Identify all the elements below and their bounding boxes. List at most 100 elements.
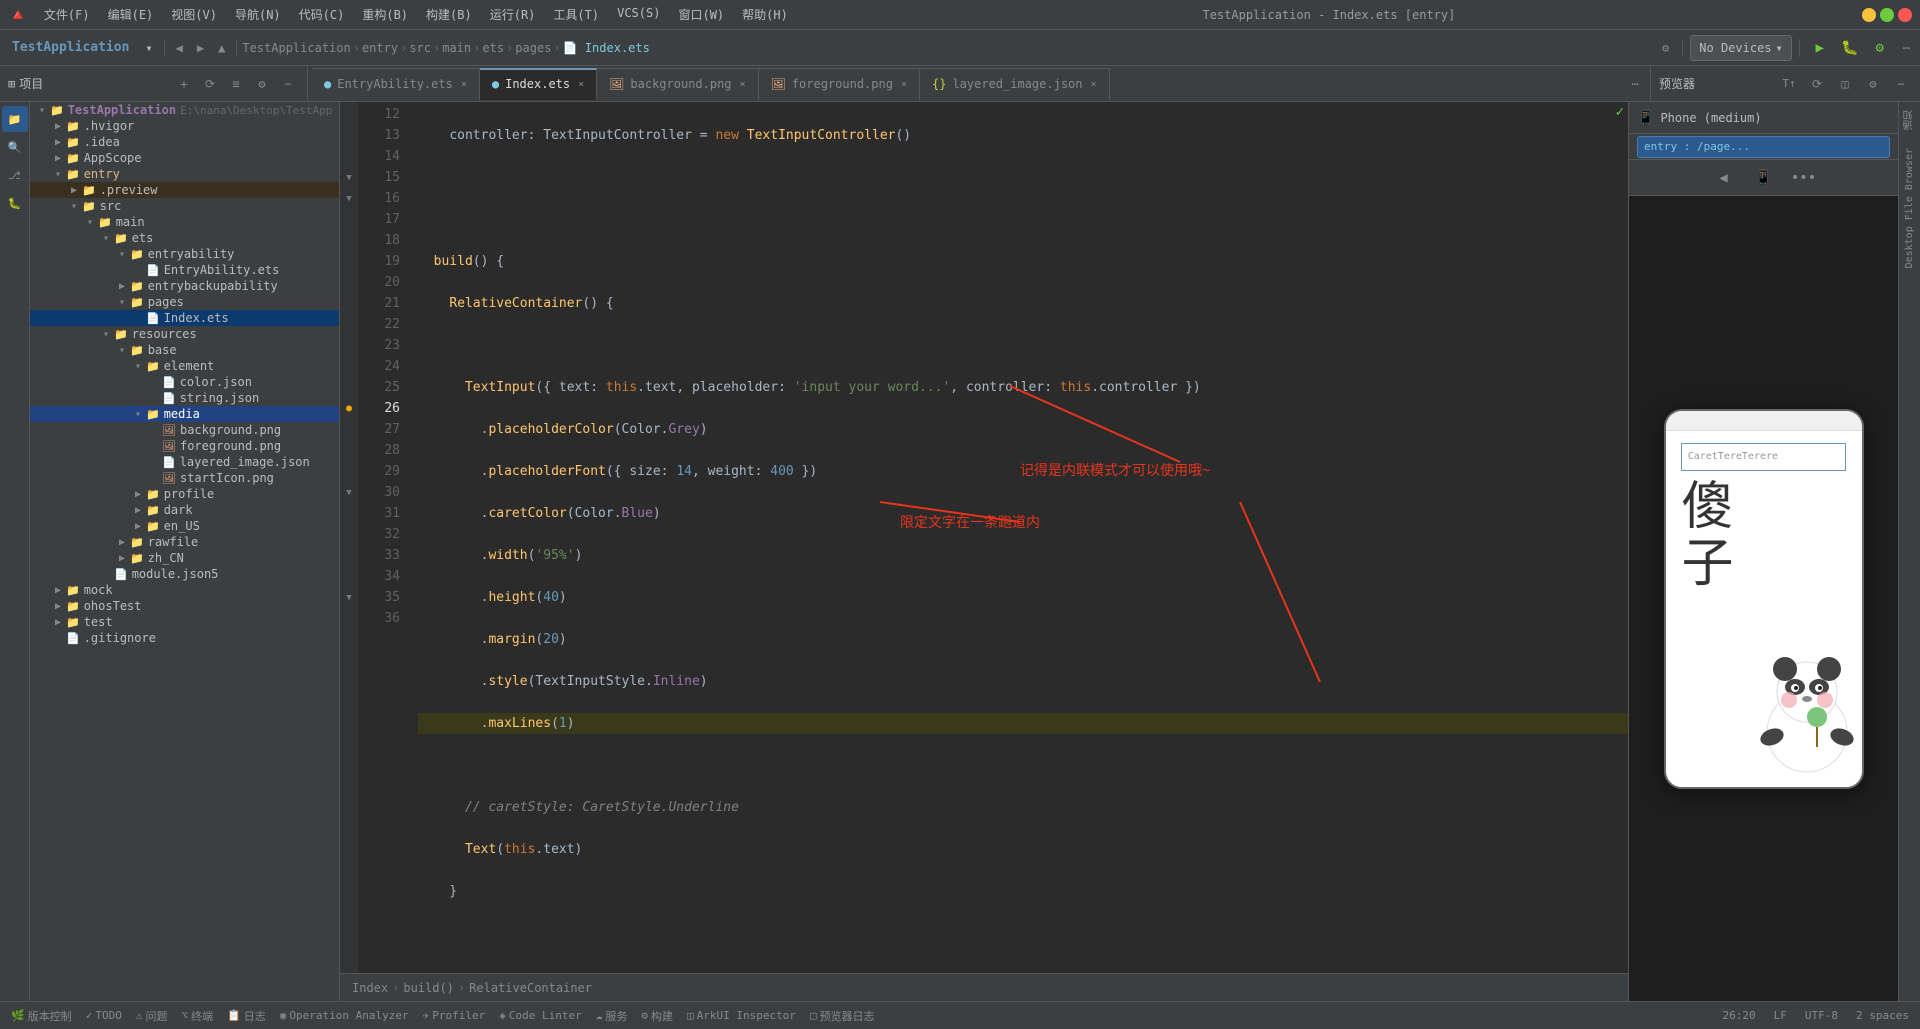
tab-index[interactable]: ● Index.ets × [480,68,597,100]
status-arkui-inspector[interactable]: ◫ ArkUI Inspector [684,1009,799,1022]
tree-hvigor[interactable]: ▶ 📁 .hvigor [30,118,339,134]
maximize-button[interactable] [1880,8,1894,22]
menu-build[interactable]: 构建(B) [418,4,480,25]
more-run-btn[interactable]: ⋯ [1897,35,1916,61]
tree-test[interactable]: ▶ 📁 test [30,614,339,630]
preview-refresh-btn[interactable]: ⟳ [1806,73,1828,95]
tree-root[interactable]: ▾ 📁 TestApplication E:\nana\Desktop\Test… [30,102,339,118]
forward-btn[interactable]: ▶ [191,35,210,61]
status-operation-analyzer[interactable]: ◉ Operation Analyzer [277,1009,412,1022]
menu-code[interactable]: 代码(C) [291,4,353,25]
tab-background[interactable]: 🖼 background.png × [597,68,758,100]
menu-tools[interactable]: 工具(T) [545,4,607,25]
tree-ohostest[interactable]: ▶ 📁 ohosTest [30,598,339,614]
tree-gitignore[interactable]: ▶ 📄 .gitignore [30,630,339,646]
sidebar-settings-btn[interactable]: ⚙ [251,73,273,95]
debug-button[interactable]: 🐛 [1837,35,1863,61]
close-button[interactable] [1898,8,1912,22]
gutter-35[interactable]: ▼ [342,587,356,608]
right-desktop-tab[interactable]: Desktop File Browser [1904,140,1915,276]
run-button[interactable]: ▶ [1807,35,1833,61]
tree-module-json[interactable]: ▶ 📄 module.json5 [30,566,339,582]
status-codelinter[interactable]: ◈ Code Linter [496,1009,584,1022]
tree-idea[interactable]: ▶ 📁 .idea [30,134,339,150]
tab-settings-btn[interactable]: ⋯ [1624,73,1646,95]
menu-nav[interactable]: 导航(N) [227,4,289,25]
settings-btn[interactable]: ⚙ [1656,35,1675,61]
status-todo[interactable]: ✓ TODO [83,1009,125,1022]
preview-font-btn[interactable]: T↑ [1778,73,1800,95]
gutter-15[interactable]: ▼ [342,167,356,188]
tree-profile[interactable]: ▶ 📁 profile [30,486,339,502]
status-log[interactable]: 📋 日志 [224,1008,269,1024]
status-build-item[interactable]: ⚙ 构建 [638,1008,676,1024]
tree-resources[interactable]: ▾ 📁 resources [30,326,339,342]
status-vcs[interactable]: 🌿 版本控制 [8,1008,75,1024]
tree-main[interactable]: ▾ 📁 main [30,214,339,230]
up-btn[interactable]: ▲ [212,35,231,61]
activity-search-btn[interactable]: 🔍 [2,134,28,160]
status-service[interactable]: ☁ 服务 [593,1008,631,1024]
tree-dark[interactable]: ▶ 📁 dark [30,502,339,518]
menu-refactor[interactable]: 重构(B) [354,4,416,25]
window-controls[interactable] [1862,8,1912,22]
menu-file[interactable]: 文件(F) [36,4,98,25]
tree-color-json[interactable]: ▶ 📄 color.json [30,374,339,390]
status-line-ending[interactable]: LF [1771,1009,1790,1022]
right-notification-tab[interactable]: 通知 [1902,102,1917,138]
tree-entryability[interactable]: ▾ 📁 entryability [30,246,339,262]
tree-foreground-png[interactable]: ▶ 🖼 foreground.png [30,438,339,454]
menu-vcs[interactable]: VCS(S) [609,4,668,25]
preview-layout-btn[interactable]: ◫ [1834,73,1856,95]
tab-entryability[interactable]: ● EntryAbility.ets × [312,68,480,100]
status-preview-log[interactable]: □ 预览器日志 [807,1008,878,1024]
preview-more-btn[interactable]: ••• [1790,164,1818,192]
tree-entry[interactable]: ▾ 📁 entry [30,166,339,182]
tree-appscope[interactable]: ▶ 📁 AppScope [30,150,339,166]
tree-index-file[interactable]: ▶ 📄 Index.ets [30,310,339,326]
tree-layered-json[interactable]: ▶ 📄 layered_image.json [30,454,339,470]
tree-entrybackup[interactable]: ▶ 📁 entrybackupability [30,278,339,294]
tree-en-us[interactable]: ▶ 📁 en_US [30,518,339,534]
tree-base[interactable]: ▾ 📁 base [30,342,339,358]
project-dropdown-btn[interactable]: ▾ [139,35,158,61]
activity-project-btn[interactable]: 📁 [2,106,28,132]
tab-close-0[interactable]: × [461,79,467,90]
menu-edit[interactable]: 编辑(E) [100,4,162,25]
preview-settings-btn[interactable]: ⚙ [1862,73,1884,95]
build-button[interactable]: ⚙ [1867,35,1893,61]
tab-close-4[interactable]: × [1091,79,1097,90]
sidebar-close-btn[interactable]: − [277,73,299,95]
tree-pages[interactable]: ▾ 📁 pages [30,294,339,310]
tab-close-1[interactable]: × [578,79,584,90]
menu-window[interactable]: 窗口(W) [670,4,732,25]
tree-media[interactable]: ▾ 📁 media [30,406,339,422]
tree-string-json[interactable]: ▶ 📄 string.json [30,390,339,406]
tree-preview[interactable]: ▶ 📁 .preview [30,182,339,198]
status-encoding[interactable]: UTF-8 [1802,1009,1841,1022]
gutter-16[interactable]: ▼ [342,188,356,209]
code-editor-content[interactable]: controller: TextInputController = new Te… [406,102,1628,973]
tree-mock[interactable]: ▶ 📁 mock [30,582,339,598]
sidebar-collapse-btn[interactable]: ≡ [225,73,247,95]
tree-background-png[interactable]: ▶ 🖼 background.png [30,422,339,438]
device-selector[interactable]: No Devices ▾ [1690,35,1791,61]
gutter-30[interactable]: ▼ [342,482,356,503]
preview-close-btn[interactable]: − [1890,73,1912,95]
status-indent[interactable]: 2 spaces [1853,1009,1912,1022]
menu-bar[interactable]: 文件(F) 编辑(E) 视图(V) 导航(N) 代码(C) 重构(B) 构建(B… [36,4,796,25]
menu-view[interactable]: 视图(V) [163,4,225,25]
sidebar-add-btn[interactable]: + [173,73,195,95]
status-profiler[interactable]: ✈ Profiler [420,1009,489,1022]
preview-prev-btn[interactable]: ◀ [1710,164,1738,192]
menu-run[interactable]: 运行(R) [482,4,544,25]
preview-route-input[interactable]: entry : /page... [1637,136,1890,158]
activity-debug-btn[interactable]: 🐛 [2,190,28,216]
tree-rawfile[interactable]: ▶ 📁 rawfile [30,534,339,550]
minimize-button[interactable] [1862,8,1876,22]
back-btn[interactable]: ◀ [170,35,189,61]
status-terminal[interactable]: ⌥ 终端 [178,1008,216,1024]
sidebar-sync-btn[interactable]: ⟳ [199,73,221,95]
tab-close-2[interactable]: × [740,79,746,90]
code-editor[interactable]: ▼ ▼ ● ▼ [340,102,1628,973]
